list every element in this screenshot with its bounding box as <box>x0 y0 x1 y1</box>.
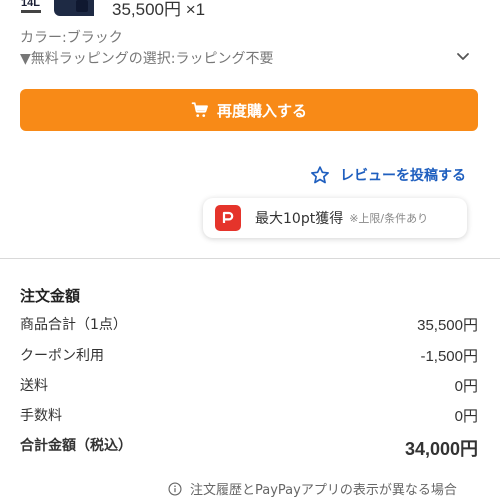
summary-row-subtotal: 商品合計（1点） 35,500円 <box>20 317 478 334</box>
product-image <box>54 0 94 16</box>
paypay-logo-icon <box>215 205 241 231</box>
price-quantity: 35,500円 ×1 <box>112 0 206 19</box>
footer-note-text: 注文履歴とPayPayアプリの表示が異なる場合 <box>190 483 457 498</box>
cart-icon <box>191 102 208 117</box>
wrapping-option[interactable]: ▼無料ラッピングの選択:ラッピング不要 <box>20 48 273 68</box>
points-banner[interactable]: 最大10pt獲得 ※上限/条件あり <box>203 198 467 238</box>
color-option: カラー:ブラック <box>20 30 123 46</box>
review-label: レビューを投稿する <box>340 168 466 184</box>
section-divider <box>0 258 500 259</box>
star-outline-icon <box>311 166 329 184</box>
capacity-badge: 14L <box>20 0 46 16</box>
order-amount-title: 注文金額 <box>20 287 81 305</box>
summary-row-fee: 手数料 0円 <box>20 408 478 425</box>
summary-row-total: 合計金額（税込） 34,000円 <box>20 438 478 459</box>
summary-row-coupon: クーポン利用 -1,500円 <box>20 348 478 365</box>
summary-row-shipping: 送料 0円 <box>20 378 478 395</box>
chevron-down-icon[interactable] <box>455 49 471 65</box>
history-mismatch-note[interactable]: 注文履歴とPayPayアプリの表示が異なる場合 <box>168 479 457 498</box>
points-amount: 最大10pt獲得 <box>255 211 344 227</box>
rebuy-button[interactable]: 再度購入する <box>20 89 478 131</box>
review-link[interactable]: レビューを投稿する <box>310 165 466 185</box>
product-thumbnail[interactable]: 14L <box>20 0 94 18</box>
info-icon <box>168 481 182 496</box>
points-condition: ※上限/条件あり <box>349 212 429 225</box>
rebuy-label: 再度購入する <box>216 101 307 120</box>
capacity-label: 14L <box>21 0 40 9</box>
